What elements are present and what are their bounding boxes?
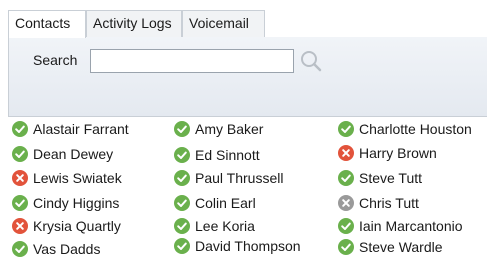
contact-name: David Thompson — [195, 238, 301, 254]
contact-item[interactable]: Paul Thrussell — [174, 167, 283, 189]
search-label: Search — [33, 52, 78, 68]
status-available-icon — [174, 147, 190, 163]
status-available-icon — [174, 195, 190, 211]
contact-name: Harry Brown — [359, 145, 437, 161]
status-available-icon — [12, 146, 28, 162]
contact-item[interactable]: Lewis Swiatek — [12, 167, 122, 189]
contact-name: Steve Tutt — [359, 170, 423, 186]
contact-item[interactable]: Krysia Quartly — [12, 215, 121, 237]
tab-contacts[interactable]: Contacts — [8, 10, 86, 38]
contact-name: Lewis Swiatek — [33, 170, 122, 186]
contact-list: Alastair Farrant Amy Baker Charlotte Houst… — [8, 118, 487, 264]
contact-item[interactable]: Iain Marcantonio — [338, 215, 463, 237]
status-busy-icon — [12, 218, 28, 234]
contact-item[interactable]: Harry Brown — [338, 142, 437, 164]
contact-name: Cindy Higgins — [33, 195, 120, 211]
status-offline-icon — [338, 195, 354, 211]
status-available-icon — [174, 218, 190, 234]
status-available-icon — [174, 238, 190, 254]
contact-name: Charlotte Houston — [359, 121, 472, 137]
tab-activity-logs[interactable]: Activity Logs — [86, 10, 182, 37]
contact-item[interactable]: Chris Tutt — [338, 192, 419, 214]
contact-name: Chris Tutt — [359, 195, 419, 211]
status-available-icon — [338, 170, 354, 186]
search-icon[interactable] — [298, 48, 324, 74]
contact-name: Dean Dewey — [33, 146, 114, 162]
contact-name: Amy Baker — [195, 121, 264, 137]
status-available-icon — [12, 195, 28, 211]
contact-name: Lee Koria — [195, 218, 255, 234]
contact-item[interactable]: Dean Dewey — [12, 143, 113, 165]
status-available-icon — [12, 241, 28, 257]
contact-name: Vas Dadds — [33, 241, 101, 257]
contact-name: Ed Sinnott — [195, 147, 260, 163]
status-available-icon — [338, 239, 354, 255]
contact-item[interactable]: Steve Tutt — [338, 167, 422, 189]
contact-name: Krysia Quartly — [33, 218, 121, 234]
search-input[interactable] — [90, 49, 294, 73]
contact-name: Alastair Farrant — [33, 121, 129, 137]
contact-name: Steve Wardle — [359, 239, 443, 255]
contact-item[interactable]: Cindy Higgins — [12, 192, 119, 214]
tab-voicemail[interactable]: Voicemail — [182, 10, 265, 37]
status-available-icon — [338, 218, 354, 234]
contact-item[interactable]: Lee Koria — [174, 215, 255, 237]
contact-item[interactable]: Steve Wardle — [338, 236, 443, 258]
tab-bar: Contacts Activity Logs Voicemail — [8, 10, 487, 38]
contact-item[interactable]: Ed Sinnott — [174, 144, 260, 166]
contact-item[interactable]: Alastair Farrant — [12, 118, 129, 140]
status-available-icon — [174, 121, 190, 137]
contact-item[interactable]: Amy Baker — [174, 118, 263, 140]
contact-name: Iain Marcantonio — [359, 218, 463, 234]
status-busy-icon — [12, 170, 28, 186]
contact-name: Paul Thrussell — [195, 170, 284, 186]
status-busy-icon — [338, 145, 354, 161]
status-available-icon — [12, 121, 28, 137]
contact-item[interactable]: Colin Earl — [174, 192, 256, 214]
search-panel: Search — [8, 37, 487, 117]
status-available-icon — [338, 121, 354, 137]
contact-item[interactable]: Vas Dadds — [12, 238, 100, 260]
contact-name: Colin Earl — [195, 195, 256, 211]
contact-item[interactable]: David Thompson — [174, 235, 301, 257]
status-available-icon — [174, 170, 190, 186]
contact-item[interactable]: Charlotte Houston — [338, 118, 472, 140]
